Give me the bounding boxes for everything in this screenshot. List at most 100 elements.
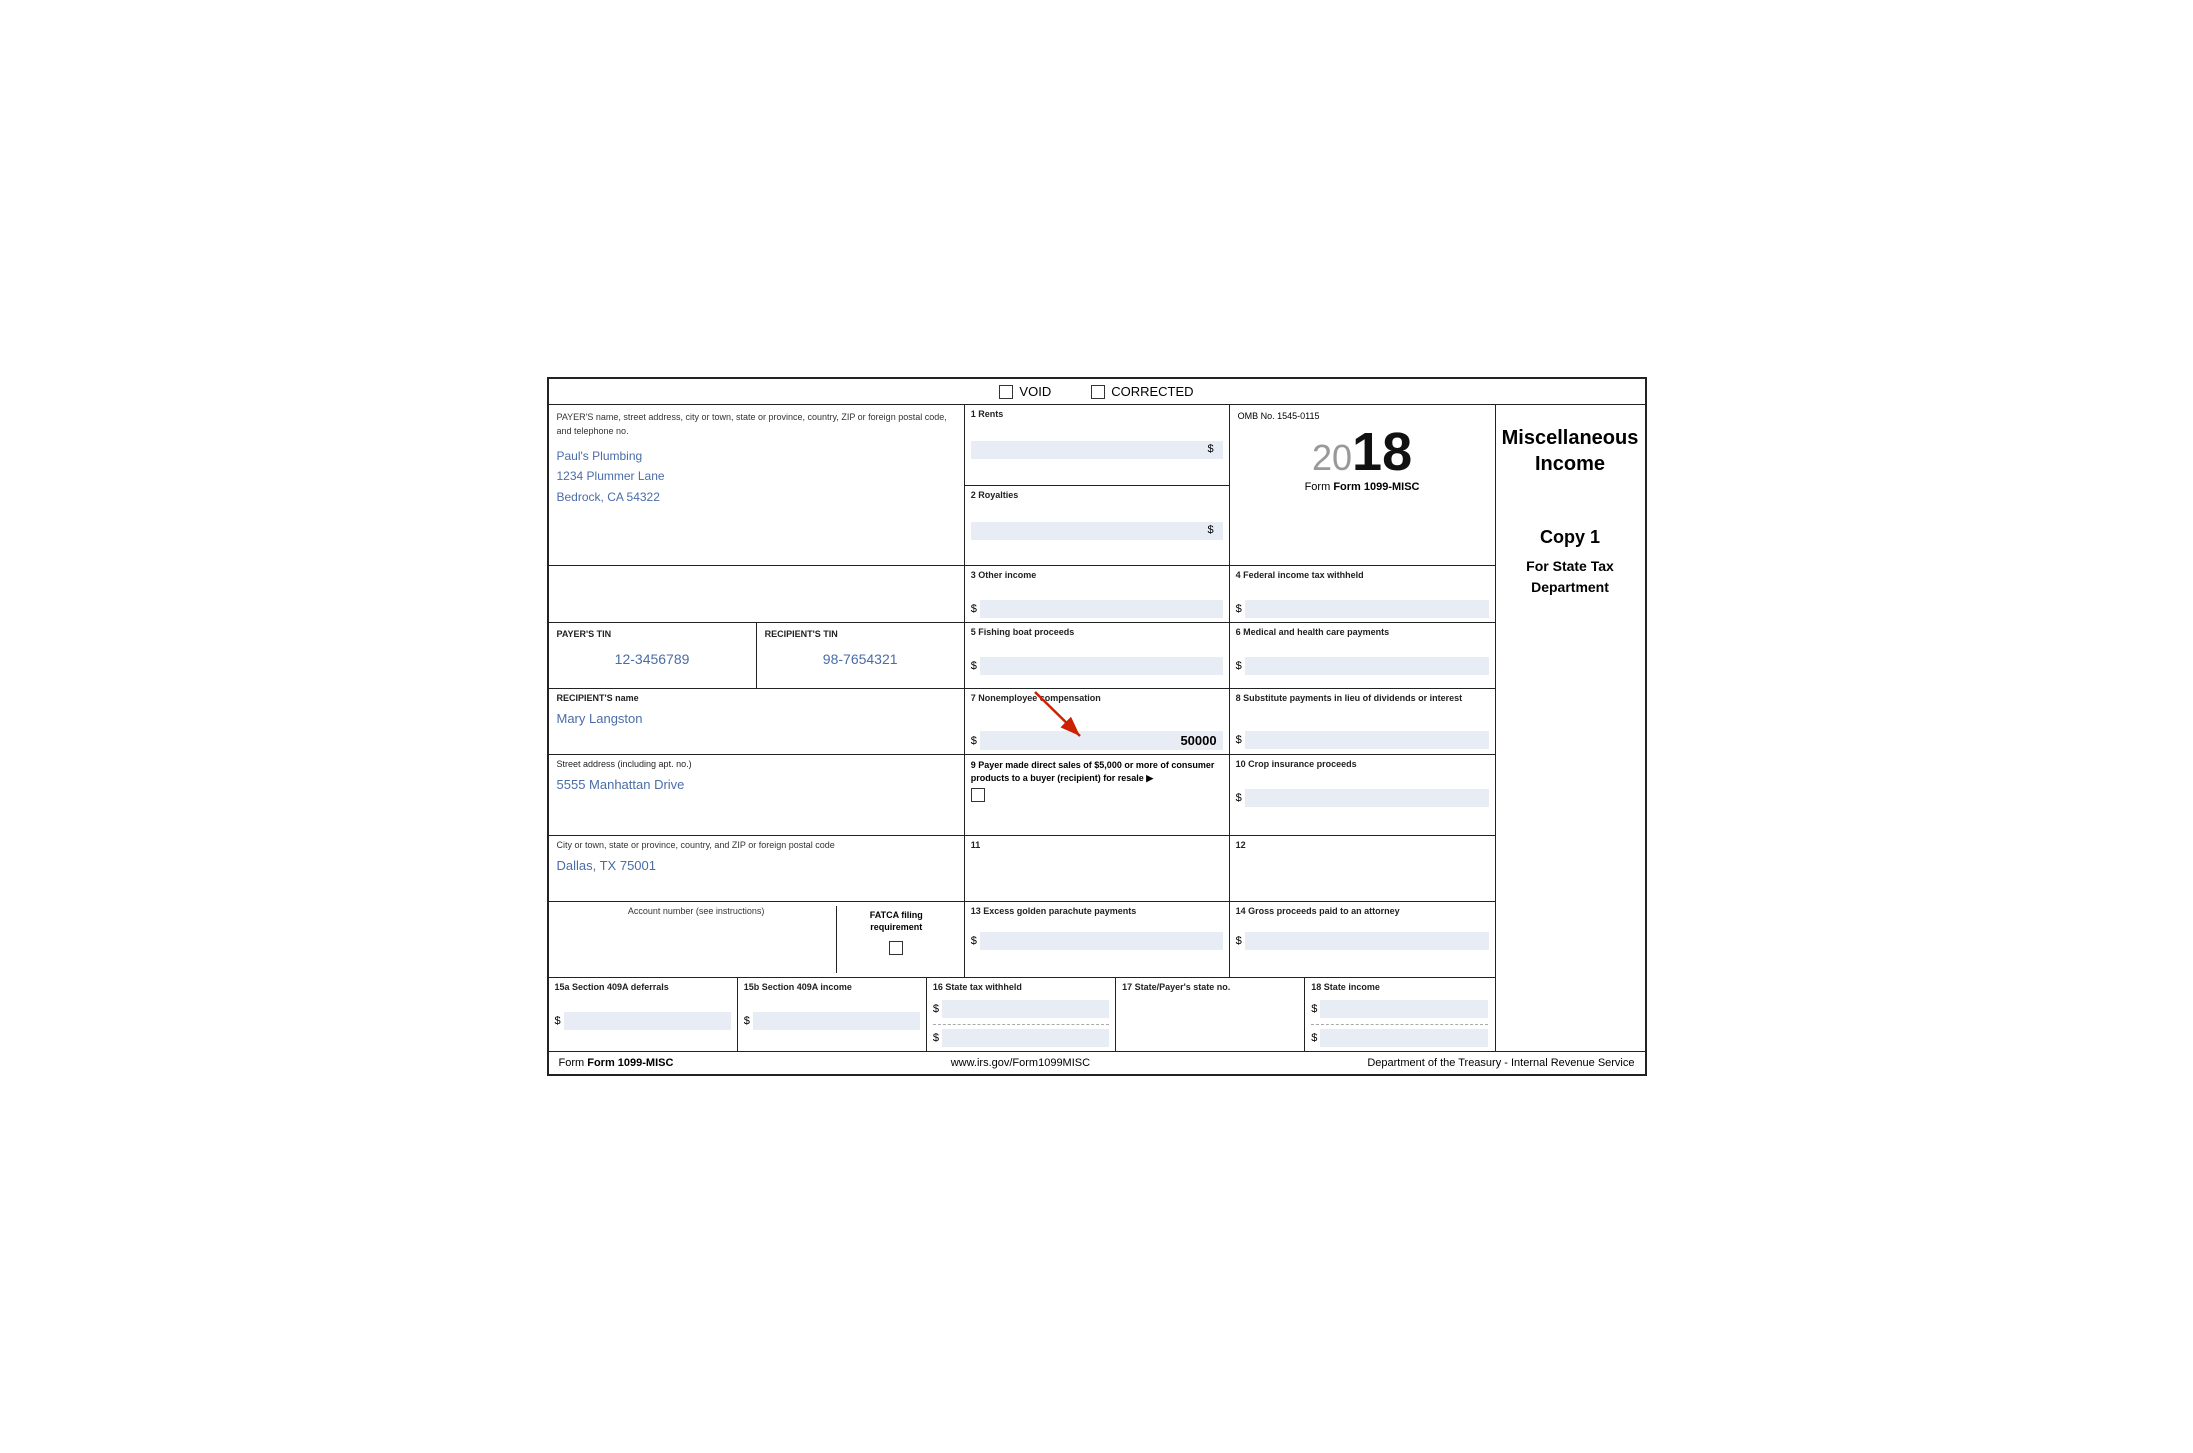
city-value: Dallas, TX 75001 — [557, 850, 956, 877]
medical-cell: 6 Medical and health care payments $ — [1230, 623, 1495, 688]
rents-label: 1 Rents — [971, 409, 1223, 419]
box18-cell: 18 State income $ $ — [1305, 978, 1494, 1051]
recipient-name-cell: RECIPIENT'S name Mary Langston — [549, 689, 965, 754]
other-income-label: 3 Other income — [971, 570, 1223, 580]
account-number-cell: Account number (see instructions) — [557, 906, 836, 973]
box13-amt: $ — [971, 932, 1223, 950]
box12-label: 12 — [1236, 840, 1489, 850]
recipient-tin-label: RECIPIENT'S TIN — [765, 629, 956, 639]
box13-label: 13 Excess golden parachute payments — [971, 906, 1223, 916]
crop-label: 10 Crop insurance proceeds — [1236, 759, 1489, 769]
misc-income-line1: Miscellaneous — [1502, 425, 1639, 451]
fishing-cell: 5 Fishing boat proceeds $ — [965, 623, 1230, 688]
crop-amt: $ — [1236, 789, 1489, 807]
row-account-13-14: Account number (see instructions) FATCA … — [549, 902, 1495, 978]
payer-name: Paul's Plumbing — [557, 446, 956, 466]
box15a-amt: $ — [555, 1012, 731, 1030]
corrected-label: CORRECTED — [1111, 384, 1193, 399]
box17-label: 17 State/Payer's state no. — [1122, 982, 1298, 992]
box14-value — [1245, 932, 1489, 950]
street-cell: Street address (including apt. no.) 5555… — [549, 755, 965, 835]
federal-tax-value — [1245, 600, 1489, 618]
copy1-label: Copy 1 — [1540, 527, 1600, 548]
crop-value — [1245, 789, 1489, 807]
nonemployee-label: 7 Nonemployee compensation — [971, 693, 1223, 703]
medical-amt: $ — [1236, 657, 1489, 675]
row-city-11-12: City or town, state or province, country… — [549, 836, 1495, 902]
box15a-value — [564, 1012, 731, 1030]
tax-dept-label: Department — [1526, 577, 1614, 598]
city-label: City or town, state or province, country… — [557, 840, 956, 850]
substitute-value — [1245, 731, 1489, 749]
fishing-label: 5 Fishing boat proceeds — [971, 627, 1223, 637]
fatca-cell: FATCA filing requirement — [836, 906, 956, 973]
payer-values: Paul's Plumbing 1234 Plummer Lane Bedroc… — [557, 446, 956, 507]
medical-label: 6 Medical and health care payments — [1236, 627, 1489, 637]
box13-value — [980, 932, 1223, 950]
omb-number: OMB No. 1545-0115 — [1238, 411, 1487, 421]
direct-sales-cell: 9 Payer made direct sales of $5,000 or m… — [965, 755, 1230, 835]
void-checkbox[interactable] — [999, 385, 1013, 399]
misc-income-header: Miscellaneous Income — [1502, 425, 1639, 477]
box11-cell: 11 — [965, 836, 1230, 901]
box13-cell: 13 Excess golden parachute payments $ — [965, 902, 1230, 977]
direct-sales-label: 9 Payer made direct sales of $5,000 or m… — [971, 759, 1223, 784]
box14-cell: 14 Gross proceeds paid to an attorney $ — [1230, 902, 1495, 977]
box16-divider — [933, 1024, 1109, 1025]
street-label: Street address (including apt. no.) — [557, 759, 956, 769]
payer-empty-continuation — [549, 566, 965, 622]
box18-value1 — [1320, 1000, 1488, 1018]
copy-description: For State Tax Department — [1526, 556, 1614, 598]
void-item: VOID — [999, 384, 1051, 399]
account-label: Account number (see instructions) — [557, 906, 836, 916]
other-income-value — [980, 600, 1223, 618]
box15a-label: 15a Section 409A deferrals — [555, 982, 731, 992]
crop-cell: 10 Crop insurance proceeds $ — [1230, 755, 1495, 835]
box16-cell: 16 State tax withheld $ $ — [927, 978, 1116, 1051]
corrected-checkbox[interactable] — [1091, 385, 1105, 399]
federal-tax-amt: $ — [1236, 600, 1489, 618]
footer-website: www.irs.gov/Form1099MISC — [951, 1057, 1090, 1069]
street-value: 5555 Manhattan Drive — [557, 769, 956, 796]
box16-value2 — [942, 1029, 1109, 1047]
payer-tin-cell: PAYER'S TIN 12-3456789 — [549, 623, 757, 688]
box16-label: 16 State tax withheld — [933, 982, 1109, 992]
direct-sales-checkbox[interactable] — [971, 788, 985, 802]
corrected-item: CORRECTED — [1091, 384, 1193, 399]
year-display: 20 18 — [1238, 425, 1487, 479]
misc-income-line2: Income — [1502, 451, 1639, 477]
payer-tin-label: PAYER'S TIN — [557, 629, 748, 639]
nonemployee-cell: 7 Nonemployee compensation $ 50000 — [965, 689, 1230, 754]
footer-dept: Department of the Treasury - Internal Re… — [1367, 1057, 1634, 1069]
payer-field-label: PAYER'S name, street address, city or to… — [557, 411, 956, 438]
form-name-tag: Form Form 1099-MISC — [1238, 481, 1487, 493]
rents-amount: $ — [971, 441, 1223, 459]
row-recipient-nonemployee: RECIPIENT'S name Mary Langston 7 Nonempl… — [549, 689, 1495, 755]
recipient-tin-value: 98-7654321 — [765, 639, 956, 667]
fatca-label: FATCA filing requirement — [843, 910, 950, 933]
payer-city-state: Bedrock, CA 54322 — [557, 487, 956, 507]
box11-label: 11 — [971, 840, 1223, 850]
federal-tax-cell: 4 Federal income tax withheld $ — [1230, 566, 1495, 622]
box15b-label: 15b Section 409A income — [744, 982, 920, 992]
recipient-tin-cell: RECIPIENT'S TIN 98-7654321 — [757, 623, 965, 688]
substitute-cell: 8 Substitute payments in lieu of dividen… — [1230, 689, 1495, 754]
row-street-sales: Street address (including apt. no.) 5555… — [549, 755, 1495, 836]
year-suffix: 18 — [1352, 425, 1412, 479]
main-form: PAYER'S name, street address, city or to… — [549, 405, 1495, 1051]
payer-info-cell: PAYER'S name, street address, city or to… — [549, 405, 965, 565]
account-fatca-cell: Account number (see instructions) FATCA … — [549, 902, 965, 977]
fatca-checkbox[interactable] — [889, 941, 903, 955]
fishing-amt: $ — [971, 657, 1223, 675]
box15b-value — [753, 1012, 920, 1030]
royalties-field: 2 Royalties $ — [965, 486, 1229, 566]
other-income-amt: $ — [971, 600, 1223, 618]
void-corrected-bar: VOID CORRECTED — [549, 379, 1645, 405]
box16-amt1: $ — [933, 1000, 1109, 1018]
for-state-label: For State Tax — [1526, 556, 1614, 577]
body-container: PAYER'S name, street address, city or to… — [549, 405, 1645, 1051]
year-prefix: 20 — [1312, 440, 1352, 476]
rents-royalties-col: 1 Rents $ 2 Royalties $ — [965, 405, 1230, 565]
nonemployee-amt: $ 50000 — [971, 731, 1223, 750]
direct-sales-checkbox-container — [971, 788, 1223, 805]
